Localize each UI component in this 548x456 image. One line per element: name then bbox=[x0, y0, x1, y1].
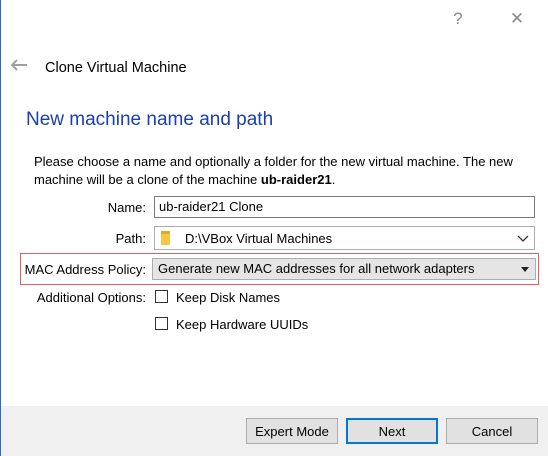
description-suffix: . bbox=[331, 172, 336, 187]
name-input[interactable]: ub-raider21 Clone bbox=[154, 196, 535, 218]
keep-disk-names-label[interactable]: Keep Disk Names bbox=[176, 290, 280, 305]
title-bar: ? ✕ bbox=[1, 0, 548, 40]
folder-icon bbox=[161, 231, 170, 245]
page-title: New machine name and path bbox=[26, 109, 274, 130]
dropdown-arrow-icon bbox=[521, 267, 529, 272]
keep-hardware-uuids-label[interactable]: Keep Hardware UUIDs bbox=[176, 317, 308, 332]
help-icon[interactable]: ? bbox=[444, 6, 472, 32]
cancel-button[interactable]: Cancel bbox=[446, 418, 538, 444]
button-bar: Expert Mode Next Cancel bbox=[1, 406, 548, 456]
expert-mode-button[interactable]: Expert Mode bbox=[246, 418, 338, 444]
name-label: Name: bbox=[107, 200, 146, 215]
keep-disk-names-checkbox[interactable] bbox=[155, 290, 168, 303]
close-icon[interactable]: ✕ bbox=[503, 6, 531, 32]
additional-options-label: Additional Options: bbox=[36, 290, 146, 305]
mac-policy-value: Generate new MAC addresses for all netwo… bbox=[158, 261, 475, 276]
mac-policy-select[interactable]: Generate new MAC addresses for all netwo… bbox=[152, 258, 536, 280]
path-value: D:\VBox Virtual Machines bbox=[185, 231, 333, 246]
next-button[interactable]: Next bbox=[346, 418, 438, 444]
wizard-header: Clone Virtual Machine bbox=[1, 40, 548, 96]
source-machine-name: ub-raider21 bbox=[260, 172, 332, 187]
mac-policy-label: MAC Address Policy: bbox=[24, 262, 146, 277]
description: Please choose a name and optionally a fo… bbox=[34, 153, 534, 189]
back-arrow-icon[interactable] bbox=[9, 58, 29, 75]
chevron-down-icon[interactable] bbox=[517, 232, 529, 247]
keep-hardware-uuids-checkbox[interactable] bbox=[155, 317, 168, 330]
wizard-title: Clone Virtual Machine bbox=[45, 60, 187, 76]
path-label: Path: bbox=[115, 231, 146, 246]
path-combo[interactable]: D:\VBox Virtual Machines bbox=[154, 226, 535, 250]
